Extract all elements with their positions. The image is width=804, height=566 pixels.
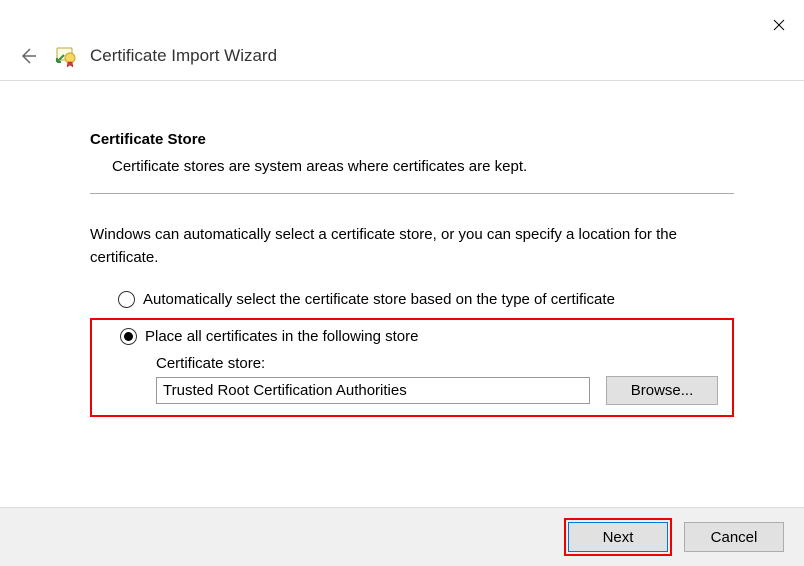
radio-auto-select[interactable]: Automatically select the certificate sto…: [90, 291, 734, 308]
titlebar: [0, 0, 804, 40]
content: Certificate Store Certificate stores are…: [0, 81, 804, 417]
store-row: Trusted Root Certification Authorities B…: [156, 376, 724, 405]
header: Certificate Import Wizard: [0, 40, 804, 80]
wizard-window: Certificate Import Wizard Certificate St…: [0, 0, 804, 566]
browse-button[interactable]: Browse...: [606, 376, 718, 405]
radio-icon: [120, 328, 137, 345]
close-icon: [773, 19, 785, 31]
back-arrow-icon: [17, 45, 39, 67]
radio-icon: [118, 291, 135, 308]
browse-label: Browse...: [631, 382, 694, 399]
store-input[interactable]: Trusted Root Certification Authorities: [156, 377, 590, 404]
store-value: Trusted Root Certification Authorities: [163, 382, 407, 399]
wizard-title: Certificate Import Wizard: [90, 46, 277, 66]
cancel-label: Cancel: [711, 529, 758, 546]
radio-auto-label: Automatically select the certificate sto…: [143, 291, 615, 308]
highlight-selected-store: Place all certificates in the following …: [90, 318, 734, 417]
radio-place-all[interactable]: Place all certificates in the following …: [100, 328, 724, 345]
section-description: Certificate stores are system areas wher…: [90, 158, 734, 175]
wizard-icon: [54, 44, 78, 68]
instruction-text: Windows can automatically select a certi…: [90, 224, 734, 269]
back-button[interactable]: [14, 42, 42, 70]
close-button[interactable]: [764, 10, 794, 40]
next-button[interactable]: Next: [568, 522, 668, 552]
radio-place-label: Place all certificates in the following …: [145, 328, 418, 345]
certificate-icon: [54, 44, 78, 68]
store-label: Certificate store:: [156, 355, 724, 372]
section-divider: [90, 193, 734, 194]
highlight-next: Next: [564, 518, 672, 556]
footer: Next Cancel: [0, 507, 804, 566]
cancel-button[interactable]: Cancel: [684, 522, 784, 552]
section-title: Certificate Store: [90, 131, 734, 148]
next-label: Next: [603, 529, 634, 546]
store-block: Certificate store: Trusted Root Certific…: [100, 355, 724, 405]
